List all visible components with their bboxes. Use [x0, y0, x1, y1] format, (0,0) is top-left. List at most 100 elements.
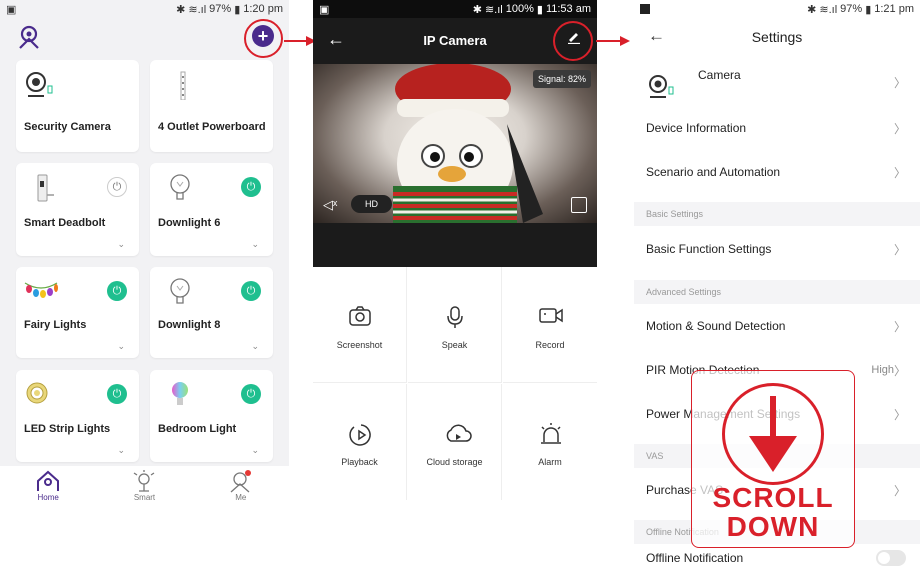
ip-camera-screen: ▣ ✱ ≋.ıl 100% ▮ 11:53 am ← IP Camera Sig… [313, 0, 597, 572]
microphone-icon [447, 306, 463, 328]
battery-level: 97% [209, 3, 232, 15]
chevron-right-icon: 〉 [893, 121, 906, 136]
screenshot-button[interactable]: Screenshot [313, 267, 407, 383]
bottom-tab-bar: Home Smart Me [0, 466, 289, 505]
deadbolt-icon [37, 174, 54, 202]
device-card-downlight-8[interactable]: ⏻ Downlight 8 ⌄ [150, 267, 273, 358]
action-label: Playback [341, 457, 378, 467]
chevron-right-icon: 〉 [893, 242, 906, 257]
action-label: Screenshot [336, 340, 383, 350]
quality-toggle-button[interactable]: HD [351, 195, 392, 213]
bluetooth-icon: ✱ [807, 3, 817, 16]
device-name: Downlight 8 [158, 319, 221, 331]
chevron-down-icon[interactable]: ⌄ [117, 239, 125, 250]
speak-button[interactable]: Speak [408, 267, 502, 383]
status-bar: ▣ ✱ ≋.ıl 97% ▮ 1:20 pm [0, 0, 289, 18]
device-card-led-strip[interactable]: ⏻ LED Strip Lights ⌄ [16, 370, 139, 462]
device-name: Downlight 6 [158, 217, 221, 229]
scroll-down-label: SCROLL DOWN [692, 483, 854, 541]
device-card-bedroom-light[interactable]: ⏻ Bedroom Light ⌄ [150, 370, 273, 462]
scenario-automation-row[interactable]: Scenario and Automation 〉 [634, 150, 920, 194]
playback-button[interactable]: Playback [313, 384, 407, 500]
row-label: Offline Notification [646, 551, 744, 565]
status-bar: ✱ ≋.ıl 97% ▮ 1:21 pm [634, 0, 920, 18]
action-label: Speak [441, 340, 468, 350]
device-card-powerboard[interactable]: 4 Outlet Powerboard [150, 60, 273, 152]
tab-smart[interactable]: Smart [96, 466, 192, 505]
clock: 1:21 pm [874, 3, 914, 15]
offline-notification-toggle[interactable] [876, 550, 906, 566]
tab-me[interactable]: Me [193, 466, 289, 505]
bluetooth-icon: ✱ [176, 3, 186, 16]
chevron-right-icon: 〉 [893, 363, 906, 378]
device-information-row[interactable]: Device Information 〉 [634, 106, 920, 150]
chevron-right-icon: 〉 [893, 75, 906, 90]
camera-icon [649, 75, 674, 98]
offline-notification-row: Offline Notification [634, 544, 920, 572]
scroll-line-1: SCROLL [712, 482, 834, 513]
highlight-circle [244, 19, 283, 58]
device-name-row[interactable]: Camera 〉 [634, 58, 920, 106]
clock: 1:20 pm [243, 3, 283, 15]
device-card-downlight-6[interactable]: ⏻ Downlight 6 ⌄ [150, 163, 273, 256]
power-toggle-button[interactable]: ⏻ [241, 384, 261, 404]
pir-value: High [871, 364, 894, 376]
mute-speaker-icon[interactable]: ◁ˣ [323, 197, 337, 213]
notification-icon [640, 4, 650, 14]
record-button[interactable]: Record [503, 267, 597, 383]
power-toggle-button[interactable]: ⏻ [241, 281, 261, 301]
chevron-down-icon[interactable]: ⌄ [251, 445, 259, 456]
power-toggle-button[interactable]: ⏻ [107, 177, 127, 197]
scroll-indicator-circle [722, 383, 824, 485]
wifi-icon: ≋.ıl [484, 3, 503, 16]
flow-arrow [596, 40, 622, 42]
battery-level: 97% [840, 3, 863, 15]
color-bulb-icon [172, 382, 188, 405]
home-icon [37, 470, 60, 491]
section-header-basic: Basic Settings [634, 202, 920, 226]
flow-arrowhead [620, 36, 630, 46]
cloud-storage-button[interactable]: Cloud storage [408, 384, 502, 500]
down-arrow-icon [749, 396, 797, 472]
bulb-icon [170, 278, 190, 304]
settings-header: ← Settings [634, 18, 920, 56]
fairy-lights-icon [24, 282, 58, 298]
alarm-icon [541, 423, 561, 444]
led-strip-icon [26, 382, 48, 404]
tab-home[interactable]: Home [0, 466, 96, 505]
device-card-smart-deadbolt[interactable]: ⏻ Smart Deadbolt ⌄ [16, 163, 139, 256]
row-label: Motion & Sound Detection [646, 319, 786, 333]
camera-icon [26, 72, 53, 97]
signal-strength-badge: Signal: 82% [532, 70, 591, 88]
wifi-icon: ≋.ıl [188, 3, 207, 16]
highlight-circle [553, 21, 593, 61]
chevron-right-icon: 〉 [893, 165, 906, 180]
device-card-security-camera[interactable]: Security Camera [16, 60, 139, 152]
scroll-line-2: DOWN [726, 511, 820, 542]
alarm-button[interactable]: Alarm [503, 384, 597, 500]
live-video-feed[interactable]: Signal: 82% ◁ˣ HD [313, 64, 597, 223]
device-name: Fairy Lights [24, 319, 87, 331]
gallery-notification-icon: ▣ [319, 3, 330, 16]
chevron-down-icon[interactable]: ⌄ [251, 341, 259, 352]
row-label: Basic Function Settings [646, 242, 772, 256]
battery-level: 100% [505, 3, 534, 15]
chevron-down-icon[interactable]: ⌄ [117, 445, 125, 456]
section-header-advanced: Advanced Settings [634, 280, 920, 304]
device-card-fairy-lights[interactable]: ⏻ Fairy Lights ⌄ [16, 267, 139, 358]
battery-icon: ▮ [865, 3, 872, 16]
playback-icon [349, 424, 371, 446]
action-label: Cloud storage [426, 457, 483, 467]
power-toggle-button[interactable]: ⏻ [241, 177, 261, 197]
fullscreen-icon[interactable] [571, 197, 587, 213]
chevron-down-icon[interactable]: ⌄ [251, 239, 259, 250]
chevron-down-icon[interactable]: ⌄ [117, 341, 125, 352]
device-name: Smart Deadbolt [24, 217, 106, 229]
clock: 11:53 am [545, 3, 591, 15]
smart-icon [134, 470, 155, 492]
power-toggle-button[interactable]: ⏻ [107, 281, 127, 301]
power-toggle-button[interactable]: ⏻ [107, 384, 127, 404]
bluetooth-icon: ✱ [472, 3, 482, 16]
basic-function-settings-row[interactable]: Basic Function Settings 〉 [634, 226, 920, 272]
motion-sound-detection-row[interactable]: Motion & Sound Detection 〉 [634, 304, 920, 348]
